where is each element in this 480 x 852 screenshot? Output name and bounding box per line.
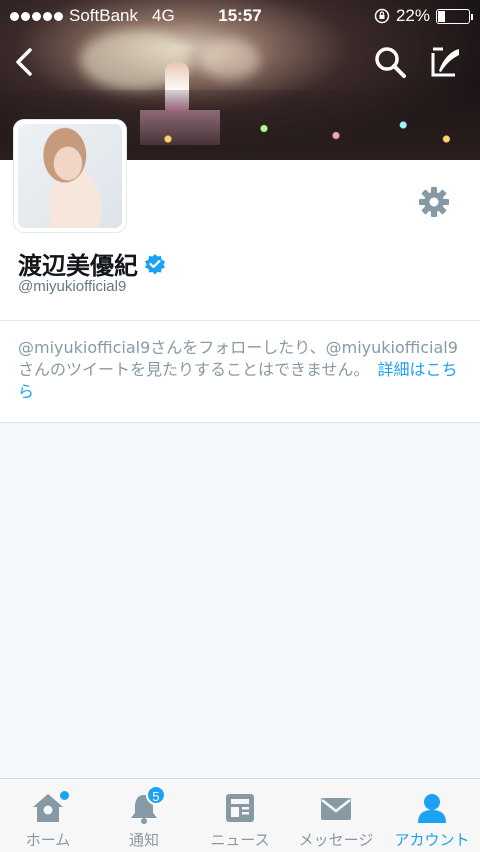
- news-icon: [226, 794, 254, 822]
- person-icon: [418, 794, 446, 823]
- gear-icon[interactable]: [418, 186, 450, 218]
- new-tweets-dot: [59, 791, 69, 800]
- avatar-image: [18, 124, 122, 228]
- tab-account[interactable]: アカウント: [384, 779, 480, 852]
- tab-label: ニュース: [210, 831, 270, 849]
- tab-messages[interactable]: メッセージ: [288, 779, 384, 852]
- back-button[interactable]: [6, 44, 42, 80]
- status-bar: SoftBank 4G 15:57 22%: [0, 0, 480, 32]
- tab-bar: ホーム 5 通知 ニュース メッセージ アカウント: [0, 778, 480, 852]
- stage-light: [200, 40, 260, 80]
- profile-header: 渡辺美優紀 @miyukiofficial9: [0, 120, 480, 320]
- envelope-icon: [321, 798, 351, 820]
- signal-strength-icon: [10, 11, 63, 21]
- divider: [0, 422, 480, 423]
- verified-badge-icon: [145, 253, 165, 274]
- battery-percentage: 22%: [395, 6, 430, 25]
- tab-news[interactable]: ニュース: [192, 779, 288, 852]
- rotation-lock-icon: [374, 8, 390, 24]
- profile-handle: @miyukiofficial9: [18, 278, 127, 295]
- compose-tweet-icon: [431, 47, 459, 77]
- search-button[interactable]: [372, 44, 408, 80]
- profile-name: 渡辺美優紀: [18, 252, 138, 280]
- tab-label: 通知: [128, 831, 159, 849]
- tab-label: メッセージ: [298, 831, 374, 849]
- carrier-name: SoftBank: [69, 6, 138, 25]
- tab-label: アカウント: [394, 831, 470, 849]
- chevron-left-icon: [16, 48, 32, 76]
- search-icon: [375, 47, 406, 78]
- notification-count-badge: 5: [145, 785, 166, 805]
- protected-account-notice: @miyukiofficial9さんをフォローしたり、@miyukioffici…: [0, 321, 480, 422]
- avatar[interactable]: [14, 120, 126, 232]
- battery-icon: [436, 8, 473, 24]
- tab-notifications[interactable]: 5 通知: [96, 779, 192, 852]
- network-type: 4G: [152, 6, 175, 25]
- tab-home[interactable]: ホーム: [0, 779, 96, 852]
- compose-tweet-button[interactable]: [428, 44, 464, 80]
- tab-label: ホーム: [25, 831, 71, 849]
